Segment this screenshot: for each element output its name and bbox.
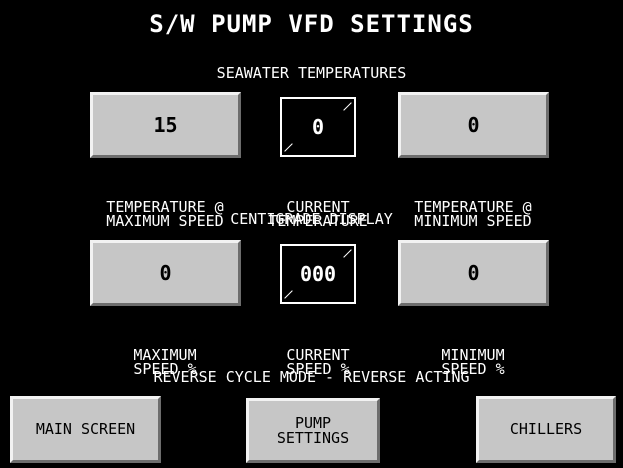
seawater-temperatures-heading: SEAWATER TEMPERATURES xyxy=(216,64,407,82)
main-screen-button[interactable]: MAIN SCREEN xyxy=(10,396,161,463)
min-speed-value: 0 xyxy=(467,261,480,285)
corner-mark xyxy=(343,102,352,111)
pump-settings-button[interactable]: PUMP SETTINGS xyxy=(246,398,380,463)
current-temperature-label: CURRENT TEMPERATURE xyxy=(268,198,368,230)
max-speed-temperature-label: TEMPERATURE @ MAXIMUM SPEED xyxy=(106,198,224,230)
min-speed-temperature-label: TEMPERATURE @ MINIMUM SPEED xyxy=(414,198,532,230)
reverse-cycle-mode-status: REVERSE CYCLE MODE - REVERSE ACTING xyxy=(153,368,470,386)
corner-mark xyxy=(284,290,293,299)
centigrade-display-note: CENTIGRADE DISPLAY xyxy=(230,210,393,228)
max-speed-temperature-value: 15 xyxy=(153,113,178,137)
current-temperature-value: 0 xyxy=(311,115,325,139)
corner-mark xyxy=(343,249,352,258)
current-speed-display: 000 xyxy=(280,244,356,304)
max-speed-setpoint[interactable]: 0 xyxy=(90,240,241,306)
pump-settings-label-line2: SETTINGS xyxy=(276,428,350,447)
current-speed-value: 000 xyxy=(299,262,337,286)
min-speed-setpoint[interactable]: 0 xyxy=(398,240,549,306)
min-speed-temperature-setpoint[interactable]: 0 xyxy=(398,92,549,158)
corner-mark xyxy=(284,143,293,152)
min-speed-temperature-value: 0 xyxy=(467,113,480,137)
chillers-button[interactable]: CHILLERS xyxy=(476,396,616,463)
max-speed-value: 0 xyxy=(159,261,172,285)
page-title: S/W PUMP VFD SETTINGS xyxy=(149,10,474,38)
max-speed-temperature-setpoint[interactable]: 15 xyxy=(90,92,241,158)
current-temperature-display: 0 xyxy=(280,97,356,157)
